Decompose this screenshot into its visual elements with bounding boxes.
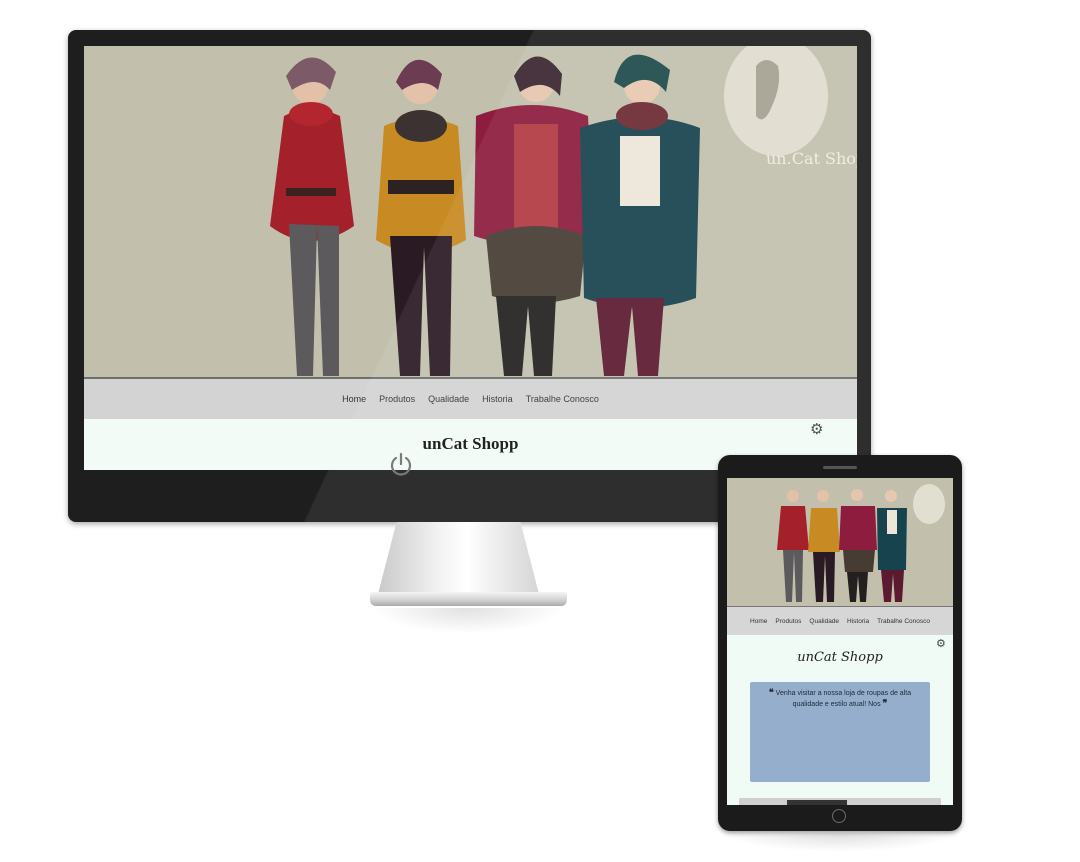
tablet-screen: Home Produtos Qualidade Historia Trabalh…: [727, 478, 953, 805]
quote-open-icon: ❝: [768, 688, 774, 698]
hero-figure: [839, 489, 877, 602]
nav-produtos[interactable]: Produtos: [379, 394, 415, 404]
home-button-icon[interactable]: [832, 809, 846, 823]
hero-logo-text: un.Cat Shopp: [766, 149, 857, 168]
hero-logo: [913, 484, 945, 524]
nav-produtos[interactable]: Produtos: [775, 618, 801, 625]
site-title: unCat Shopp: [797, 650, 883, 665]
hero-figure: [877, 490, 907, 602]
next-section-image: [787, 800, 847, 805]
desktop-hero-image: un.Cat Shopp: [84, 46, 857, 377]
tablet-hero-image: [727, 478, 953, 606]
nav-qualidade[interactable]: Qualidade: [809, 618, 839, 625]
monitor-shadow: [372, 608, 564, 634]
hero-figure: [376, 59, 466, 376]
tablet-shadow: [720, 832, 960, 852]
hero-figure: [474, 56, 594, 376]
site-title: unCat Shopp: [422, 434, 519, 453]
monitor-stand: [377, 522, 540, 598]
tablet-speaker: [823, 466, 857, 469]
gear-icon[interactable]: ⚙: [936, 639, 946, 650]
power-icon[interactable]: [388, 451, 414, 477]
nav-trabalhe-conosco[interactable]: Trabalhe Conosco: [526, 394, 599, 404]
nav-qualidade[interactable]: Qualidade: [428, 394, 469, 404]
desktop-nav-bar: Home Produtos Qualidade Historia Trabalh…: [84, 377, 857, 419]
hero-figure: [808, 490, 840, 602]
hero-figure: [580, 54, 700, 376]
hero-logo: un.Cat Shopp: [724, 46, 857, 168]
nav-home[interactable]: Home: [750, 618, 767, 625]
monitor-stand-base: [370, 592, 567, 606]
hero-figure: [777, 490, 809, 602]
quote-text: Venha visitar a nossa loja de roupas de …: [775, 690, 912, 708]
quote-close-icon: ❞: [882, 699, 888, 709]
nav-trabalhe-conosco[interactable]: Trabalhe Conosco: [877, 618, 930, 625]
quote-card: ❝ Venha visitar a nossa loja de roupas d…: [750, 682, 930, 782]
nav-home[interactable]: Home: [342, 394, 366, 404]
quote-text-block: ❝ Venha visitar a nossa loja de roupas d…: [758, 688, 922, 710]
desktop-screen: un.Cat Shopp: [84, 46, 857, 470]
nav-historia[interactable]: Historia: [847, 618, 869, 625]
nav-historia[interactable]: Historia: [482, 394, 513, 404]
tablet-nav-bar: Home Produtos Qualidade Historia Trabalh…: [727, 606, 953, 635]
hero-figure: [270, 57, 354, 376]
desktop-monitor: un.Cat Shopp: [68, 30, 871, 522]
